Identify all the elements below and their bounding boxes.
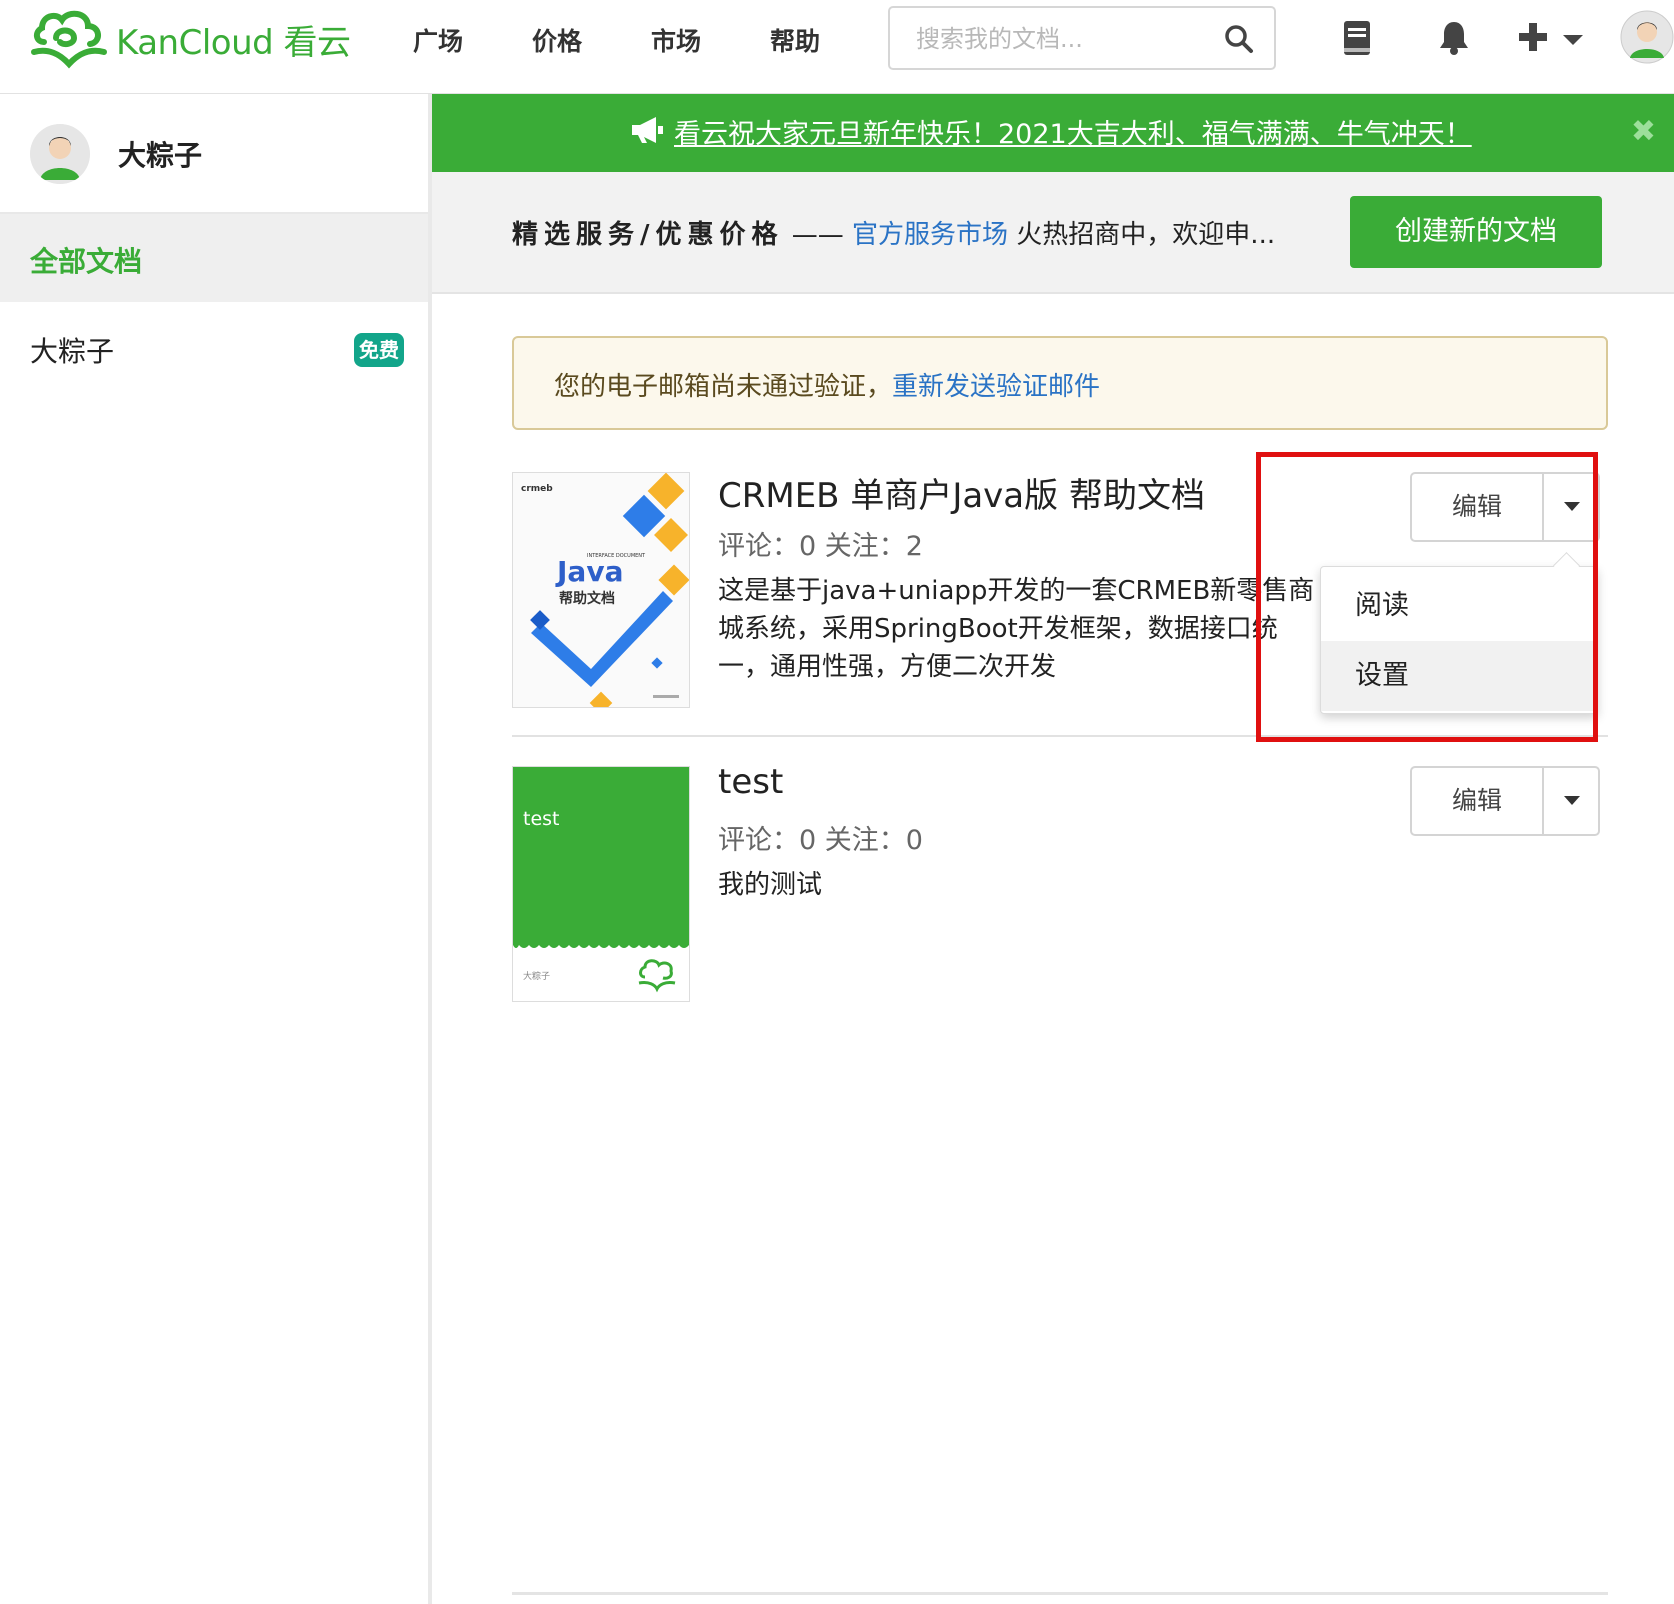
doc-actions: 编辑 (1410, 472, 1600, 542)
resend-email-link[interactable]: 重新发送验证邮件 (892, 372, 1100, 402)
sidebar-username: 大粽子 (118, 139, 203, 172)
cloud-logo-icon (31, 10, 107, 69)
doc-divider (512, 735, 1608, 737)
promo-rest: 火热招商中，欢迎申... (1008, 220, 1276, 250)
alert-text: 您的电子邮箱尚未通过验证，重新发送验证邮件 (554, 366, 1100, 403)
doc-description: 我的测试 (718, 870, 823, 900)
sidebar: 大粽子 全部文档 大粽子 免费 (0, 94, 432, 1604)
sidebar-user: 大粽子 (0, 94, 428, 214)
promo-bar: 精选服务/优惠价格 —— 官方服务市场 火热招商中，欢迎申... 创建新的文档 (432, 172, 1674, 294)
dropdown-toggle-button[interactable] (1544, 768, 1598, 834)
nav-item-market[interactable]: 市场 (651, 22, 701, 58)
email-verify-alert: 您的电子邮箱尚未通过验证，重新发送验证邮件 (512, 336, 1608, 430)
free-badge: 免费 (354, 333, 404, 367)
top-navbar: KanCloud 看云 广场 价格 市场 帮助 (0, 0, 1674, 94)
create-doc-button[interactable]: 创建新的文档 (1350, 196, 1602, 268)
promo-heading: 精选服务/优惠价格 (512, 220, 784, 250)
list-bottom-border (512, 1592, 1608, 1595)
announcement-link[interactable]: 看云祝大家元旦新年快乐！2021大吉大利、福气满满、牛气冲天！ (674, 112, 1472, 151)
doc-title[interactable]: test (718, 762, 783, 802)
book-icon[interactable] (1342, 20, 1372, 60)
cover-title: test (523, 808, 560, 830)
doc-item: test 大粽子 test 评论：0 关注：0 我的测试 编辑 (512, 762, 1608, 1006)
sidebar-item-label: 大粽子 (30, 335, 115, 368)
doc-actions: 编辑 (1410, 766, 1600, 836)
dropdown-toggle-button[interactable] (1544, 474, 1598, 540)
search-input[interactable] (914, 20, 1208, 58)
doc-cover[interactable]: test 大粽子 (512, 766, 690, 1002)
doc-cover[interactable]: crmeb INTERFACE DOCUMENT Java 帮助文档 (512, 472, 690, 708)
cover-brand-text: crmeb (521, 484, 553, 494)
nav-item-pricing[interactable]: 价格 (532, 22, 582, 58)
menu-item-read[interactable]: 阅读 (1321, 571, 1597, 641)
cover-title: Java (555, 555, 623, 588)
doc-meta: 评论：0 关注：0 (718, 825, 923, 856)
cover-subtitle: 帮助文档 (559, 590, 615, 607)
chevron-down-icon[interactable] (1562, 32, 1584, 51)
service-market-link[interactable]: 官方服务市场 (852, 220, 1008, 250)
avatar[interactable] (1620, 10, 1674, 68)
search-box (888, 6, 1276, 70)
alert-message: 您的电子邮箱尚未通过验证， (554, 372, 893, 402)
edit-button[interactable]: 编辑 (1412, 474, 1544, 540)
sidebar-item-workspace[interactable]: 大粽子 免费 (0, 304, 428, 392)
sidebar-item-label: 全部文档 (30, 245, 143, 278)
doc-title[interactable]: CRMEB 单商户Java版 帮助文档 (718, 468, 1205, 517)
plus-icon[interactable] (1518, 22, 1548, 56)
search-icon[interactable] (1224, 24, 1254, 58)
logo-text: KanCloud 看云 (116, 22, 351, 63)
user-avatar[interactable] (30, 124, 90, 184)
doc-dropdown-menu: 阅读 设置 (1320, 566, 1598, 714)
sidebar-item-all-docs[interactable]: 全部文档 (0, 214, 428, 302)
edit-button[interactable]: 编辑 (1412, 768, 1544, 834)
kancloud-logo[interactable]: KanCloud 看云 (30, 8, 351, 70)
nav-item-plaza[interactable]: 广场 (413, 22, 463, 58)
promo-dash: —— (783, 220, 853, 250)
nav-item-help[interactable]: 帮助 (770, 22, 820, 58)
menu-item-settings[interactable]: 设置 (1321, 641, 1597, 711)
promo-text: 精选服务/优惠价格 —— 官方服务市场 火热招商中，欢迎申... (512, 214, 1275, 251)
bell-icon[interactable] (1438, 20, 1470, 60)
doc-description: 这是基于java+uniapp开发的一套CRMEB新零售商城系统，采用Sprin… (718, 576, 1315, 682)
doc-meta: 评论：0 关注：2 (718, 531, 923, 562)
announcement-bar: 看云祝大家元旦新年快乐！2021大吉大利、福气满满、牛气冲天！ ✖ (432, 94, 1674, 172)
megaphone-icon (630, 115, 664, 149)
close-icon[interactable]: ✖ (1631, 114, 1656, 149)
cover-author: 大粽子 (523, 970, 550, 982)
